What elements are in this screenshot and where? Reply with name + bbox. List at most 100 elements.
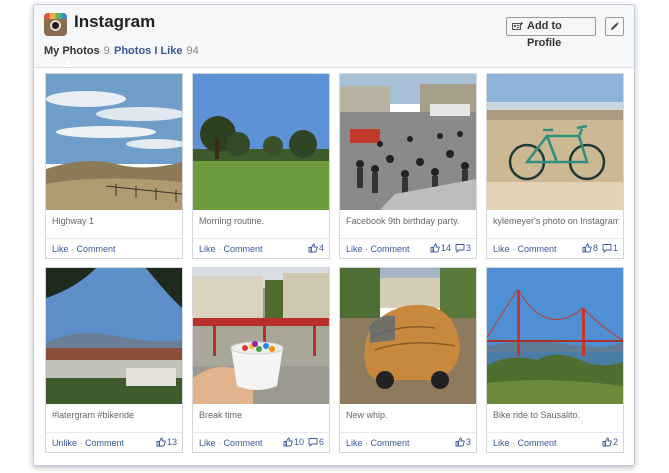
like-link[interactable]: Like <box>346 438 363 448</box>
photo-stats: 3 <box>451 437 471 447</box>
photo-caption: Highway 1 <box>52 216 95 226</box>
photo-actions: Like · Comment <box>52 244 116 254</box>
thumbs-up-icon <box>455 437 465 447</box>
photo-actions: Like · Comment <box>493 438 557 448</box>
like-count-value: 13 <box>166 437 177 447</box>
app-panel: Instagram Add to Profile My Photos 9 Pho… <box>33 4 635 466</box>
like-link[interactable]: Like <box>346 244 363 254</box>
photo-caption: kylemeyer's photo on Instagram <box>493 216 619 226</box>
comment-link[interactable]: Comment <box>77 244 116 254</box>
tab-photos-i-like[interactable]: Photos I Like 94 <box>114 45 199 57</box>
thumbs-up-icon <box>602 437 612 447</box>
like-count[interactable]: 3 <box>455 437 471 447</box>
photo-card: Break time Like · Comment 10 6 <box>192 267 330 453</box>
comment-bubble-icon <box>308 438 318 448</box>
photo-card: Morning routine. Like · Comment 4 <box>192 73 330 259</box>
photo-caption: New whip. <box>346 410 388 420</box>
comment-link[interactable]: Comment <box>224 438 263 448</box>
comment-count-value: 1 <box>612 243 618 253</box>
photo-stats: 10 6 <box>279 437 324 448</box>
photo-caption: #latergram #bikeride <box>52 410 135 420</box>
tab-my-photos-count: 9 <box>103 45 110 57</box>
like-link[interactable]: Like <box>199 438 216 448</box>
thumbs-up-icon <box>308 243 318 253</box>
like-count[interactable]: 14 <box>430 243 451 253</box>
app-title: Instagram <box>74 12 156 31</box>
photo-thumbnail[interactable] <box>193 268 329 404</box>
photo-thumbnail[interactable] <box>487 74 623 210</box>
photo-actions: Like · Comment <box>346 438 410 448</box>
like-count[interactable]: 4 <box>308 243 324 253</box>
like-link[interactable]: Like <box>199 244 216 254</box>
photo-stats: 13 <box>152 437 177 447</box>
photo-caption: Facebook 9th birthday party. <box>346 216 460 226</box>
photo-caption: Break time <box>199 410 243 420</box>
photo-actions: Like · Comment <box>346 244 410 254</box>
add-to-profile-button[interactable]: Add to Profile <box>506 17 596 49</box>
photo-stats: 14 3 <box>426 243 471 254</box>
add-profile-icon <box>512 22 523 30</box>
comment-link[interactable]: Comment <box>518 244 557 254</box>
comment-count-value: 6 <box>318 437 324 447</box>
photo-actions: Like · Comment <box>199 438 263 448</box>
photo-thumbnail[interactable] <box>193 74 329 210</box>
tab-photos-i-like-label: Photos I Like <box>114 45 183 57</box>
tab-my-photos-label: My Photos <box>44 45 100 57</box>
comment-link[interactable]: Comment <box>371 438 410 448</box>
comment-count[interactable]: 6 <box>308 437 324 448</box>
like-count-value: 8 <box>592 243 598 253</box>
like-count[interactable]: 8 <box>582 243 598 253</box>
like-link[interactable]: Like <box>493 244 510 254</box>
thumbs-up-icon <box>156 437 166 447</box>
like-count-value: 4 <box>318 243 324 253</box>
like-count[interactable]: 10 <box>283 437 304 447</box>
photo-thumbnail[interactable] <box>340 268 476 404</box>
comment-link[interactable]: Comment <box>518 438 557 448</box>
like-count-value: 14 <box>440 243 451 253</box>
like-count-value: 3 <box>465 437 471 447</box>
comment-link[interactable]: Comment <box>371 244 410 254</box>
instagram-logo-icon <box>44 13 67 36</box>
photo-card: kylemeyer's photo on Instagram Like · Co… <box>486 73 624 259</box>
photo-card: Bike ride to Sausalito. Like · Comment 2 <box>486 267 624 453</box>
comment-count-value: 3 <box>465 243 471 253</box>
photo-stats: 2 <box>598 437 618 447</box>
like-count-value: 2 <box>612 437 618 447</box>
tab-photos-i-like-count: 94 <box>186 45 199 57</box>
edit-button[interactable] <box>605 17 624 36</box>
comment-count[interactable]: 1 <box>602 243 618 254</box>
add-to-profile-label: Add to Profile <box>527 20 562 49</box>
photo-thumbnail[interactable] <box>487 268 623 404</box>
photo-card: #latergram #bikeride Unlike · Comment 13 <box>45 267 183 453</box>
thumbs-up-icon <box>430 243 440 253</box>
comment-bubble-icon <box>455 244 465 254</box>
tab-my-photos[interactable]: My Photos 9 <box>44 45 110 57</box>
comment-link[interactable]: Comment <box>85 438 124 448</box>
like-count[interactable]: 2 <box>602 437 618 447</box>
photo-thumbnail[interactable] <box>46 74 182 210</box>
like-link[interactable]: Like <box>52 244 69 254</box>
photo-card: New whip. Like · Comment 3 <box>339 267 477 453</box>
comment-link[interactable]: Comment <box>224 244 263 254</box>
panel-header: Instagram Add to Profile My Photos 9 Pho… <box>34 5 634 68</box>
photo-stats: 4 <box>304 243 324 253</box>
photo-actions: Like · Comment <box>199 244 263 254</box>
photo-card: Highway 1 Like · Comment <box>45 73 183 259</box>
like-count-value: 10 <box>293 437 304 447</box>
comment-bubble-icon <box>602 244 612 254</box>
photo-caption: Morning routine. <box>199 216 265 226</box>
active-tab-indicator <box>62 61 74 67</box>
like-link[interactable]: Like <box>493 438 510 448</box>
photo-caption: Bike ride to Sausalito. <box>493 410 581 420</box>
comment-count[interactable]: 3 <box>455 243 471 254</box>
photo-actions: Like · Comment <box>493 244 557 254</box>
thumbs-up-icon <box>582 243 592 253</box>
photo-actions: Unlike · Comment <box>52 438 125 448</box>
photo-card: Facebook 9th birthday party. Like · Comm… <box>339 73 477 259</box>
photo-thumbnail[interactable] <box>340 74 476 210</box>
unlike-link[interactable]: Unlike <box>52 438 77 448</box>
like-count[interactable]: 13 <box>156 437 177 447</box>
thumbs-up-icon <box>283 437 293 447</box>
photo-stats: 81 <box>578 243 618 254</box>
photo-thumbnail[interactable] <box>46 268 182 404</box>
